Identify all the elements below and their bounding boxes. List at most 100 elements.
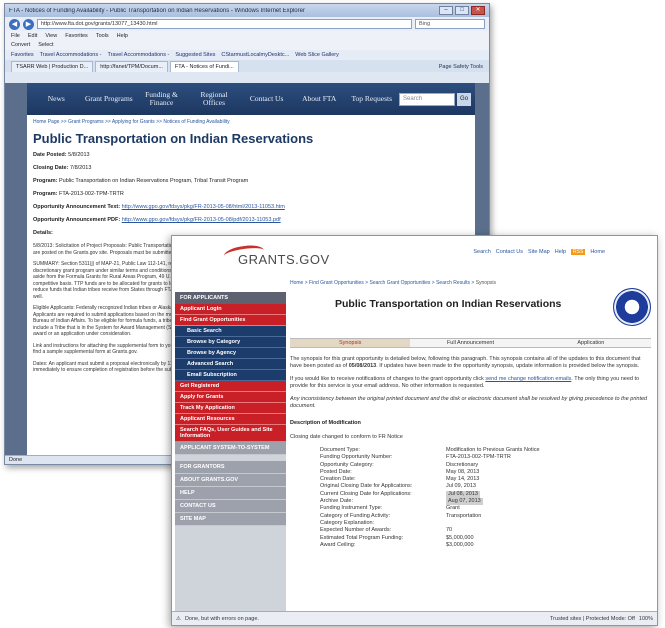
rss-icon[interactable]: RSS — [571, 249, 586, 255]
address-input[interactable]: http://www.fta.dot.gov/grants/13077_1343… — [37, 19, 412, 29]
field-label: Date Posted: — [33, 152, 67, 158]
search-input[interactable]: Bing — [415, 19, 485, 29]
forward-icon[interactable]: ▶ — [23, 18, 34, 30]
select-button[interactable]: Select — [38, 42, 53, 48]
breadcrumb[interactable]: Home Page >> Grant Programs >> Applying … — [27, 115, 475, 129]
browser-tab-active[interactable]: FTA - Notices of Fundi... — [169, 61, 239, 72]
nav-top-requests[interactable]: Top Requests — [346, 95, 397, 103]
sidebar-subitem[interactable]: Browse by Category — [175, 337, 286, 348]
maximize-icon[interactable]: □ — [455, 6, 469, 15]
sidebar-item-system-to-system[interactable]: APPLICANT SYSTEM-TO-SYSTEM — [175, 442, 286, 455]
sidebar-item-sitemap[interactable]: SITE MAP — [175, 513, 286, 526]
sidebar-subitem[interactable]: Email Subscription — [175, 370, 286, 381]
breadcrumb-link[interactable]: Search Grant Opportunities — [370, 280, 431, 286]
detail-value: Grant — [446, 505, 460, 512]
detail-label: Opportunity Category: — [320, 461, 374, 468]
detail-label: Category of Funding Activity: — [320, 512, 391, 519]
nav-contact-us[interactable]: Contact Us — [241, 95, 292, 103]
announcement-text-link[interactable]: http://www.gpo.gov/fdsys/pkg/FR-2013-05-… — [122, 204, 285, 210]
zoom-level[interactable]: 100% — [639, 616, 653, 622]
browser-tab[interactable]: TSARR Web | Production D... — [11, 61, 94, 72]
sidebar-item-applicant-login[interactable]: Applicant Login — [175, 304, 286, 315]
favorites-button[interactable]: Favorites — [11, 52, 34, 58]
field-label: Closing Date: — [33, 165, 69, 171]
browser-tab[interactable]: http://fanet/TPM/Docum... — [95, 61, 168, 72]
detail-label: Estimated Total Program Funding: — [320, 534, 404, 541]
favorite-link[interactable]: Travel Accommodations - — [40, 52, 102, 58]
detail-value: FTA-2013-002-TPM-TRTR — [446, 454, 511, 461]
detail-label: Award Ceiling: — [320, 541, 356, 548]
fta-search-button[interactable]: Go — [457, 92, 472, 106]
field-value: 7/8/2013 — [69, 165, 92, 171]
sidebar-item-faqs[interactable]: Search FAQs, User Guides and Site Inform… — [175, 425, 286, 442]
sidebar-heading: FOR APPLICANTS — [175, 292, 286, 304]
sidebar-item-contact[interactable]: CONTACT US — [175, 500, 286, 513]
menu-help[interactable]: Help — [117, 33, 128, 39]
sidebar-item-help[interactable]: HELP — [175, 487, 286, 500]
breadcrumb-link[interactable]: Search Results — [436, 280, 470, 286]
nav-funding-finance[interactable]: Funding & Finance — [136, 91, 187, 107]
tab-application[interactable]: Application — [531, 339, 651, 347]
menu-edit[interactable]: Edit — [28, 33, 37, 39]
favorite-link[interactable]: Web Slice Gallery — [295, 52, 339, 58]
close-icon[interactable]: ✕ — [471, 6, 485, 15]
command-bar-tools[interactable]: Page Safety Tools — [439, 64, 483, 72]
grants-header: GRANTS.GOV Search Contact Us Site Map He… — [172, 236, 657, 278]
description-heading: Description of Modification — [290, 420, 361, 426]
fta-search-input[interactable]: Search — [399, 92, 456, 106]
nav-about-fta[interactable]: About FTA — [294, 95, 345, 103]
convert-button[interactable]: Convert — [11, 42, 30, 48]
detail-label: Creation Date: — [320, 476, 356, 483]
field-value: FTA-2013-002-TPM-TRTR — [58, 191, 124, 197]
top-link-search[interactable]: Search — [473, 249, 490, 255]
sidebar-item-track[interactable]: Track My Application — [175, 403, 286, 414]
announcement-pdf-link[interactable]: http://www.gpo.gov/fdsys/pkg/FR-2013-05-… — [122, 217, 281, 223]
field-announcement-text: Opportunity Announcement Text: http://ww… — [33, 204, 469, 210]
favorite-link[interactable]: Suggested Sites — [175, 52, 215, 58]
sidebar-item-resources[interactable]: Applicant Resources — [175, 414, 286, 425]
address-bar-row: ◀ ▶ http://www.fta.dot.gov/grants/13077_… — [5, 17, 489, 31]
favorite-link[interactable]: CStarmustLocalmyDesktc... — [221, 52, 289, 58]
top-link-sitemap[interactable]: Site Map — [528, 249, 550, 255]
detail-value: $3,000,000 — [446, 541, 474, 548]
sidebar-subitem[interactable]: Browse by Agency — [175, 348, 286, 359]
back-icon[interactable]: ◀ — [9, 18, 20, 30]
nav-news[interactable]: News — [31, 95, 82, 103]
sidebar-item-for-grantors[interactable]: FOR GRANTORS — [175, 461, 286, 474]
sidebar-subitem[interactable]: Basic Search — [175, 326, 286, 337]
top-link-contact[interactable]: Contact Us — [496, 249, 523, 255]
sidebar-item-find-opportunities[interactable]: Find Grant Opportunities — [175, 315, 286, 326]
menu-file[interactable]: File — [11, 33, 20, 39]
nav-regional-offices[interactable]: Regional Offices — [189, 91, 240, 107]
status-text: Done, but with errors on page. — [184, 615, 259, 622]
sidebar-subitem[interactable]: Advanced Search — [175, 359, 286, 370]
detail-row: Funding Instrument Type: Grant — [320, 505, 610, 512]
top-link-home[interactable]: Home — [590, 249, 605, 255]
synopsis-intro-text: . If updates have been made to the oppor… — [376, 363, 640, 369]
fta-nav-bar: News Grant Programs Funding & Finance Re… — [27, 83, 475, 115]
tab-synopsis[interactable]: Synopsis — [290, 339, 411, 347]
detail-value: Jul 09, 2013 — [446, 483, 476, 490]
grants-logo[interactable]: GRANTS.GOV — [238, 252, 330, 267]
menu-favorites[interactable]: Favorites — [65, 33, 88, 39]
detail-row: Award Ceiling: $3,000,000 — [320, 542, 610, 549]
sidebar-item-about[interactable]: ABOUT GRANTS.GOV — [175, 474, 286, 487]
detail-row: Archive Date: Aug 07, 2013 — [320, 498, 610, 506]
menu-view[interactable]: View — [45, 33, 57, 39]
tab-full-announcement[interactable]: Full Announcement — [410, 339, 530, 347]
status-warning-icon: ⚠ — [176, 615, 181, 622]
menu-tools[interactable]: Tools — [96, 33, 109, 39]
nav-grant-programs[interactable]: Grant Programs — [84, 95, 135, 103]
breadcrumb-link[interactable]: Home — [290, 280, 303, 286]
favorite-link[interactable]: Travel Accommodations - — [107, 52, 169, 58]
change-notification-link[interactable]: send me change notification emails — [485, 376, 571, 382]
favorites-bar: Favorites Travel Accommodations - Travel… — [5, 50, 489, 60]
sidebar-item-apply[interactable]: Apply for Grants — [175, 392, 286, 403]
breadcrumb-link[interactable]: Find Grant Opportunities — [309, 280, 364, 286]
sidebar-item-get-registered[interactable]: Get Registered — [175, 381, 286, 392]
minimize-icon[interactable]: – — [439, 6, 453, 15]
top-link-help[interactable]: Help — [555, 249, 566, 255]
field-label: Program: — [33, 178, 58, 184]
page-title: Public Transportation on Indian Reservat… — [33, 131, 314, 146]
synopsis-intro: The synopsis for this grant opportunity … — [290, 356, 651, 370]
